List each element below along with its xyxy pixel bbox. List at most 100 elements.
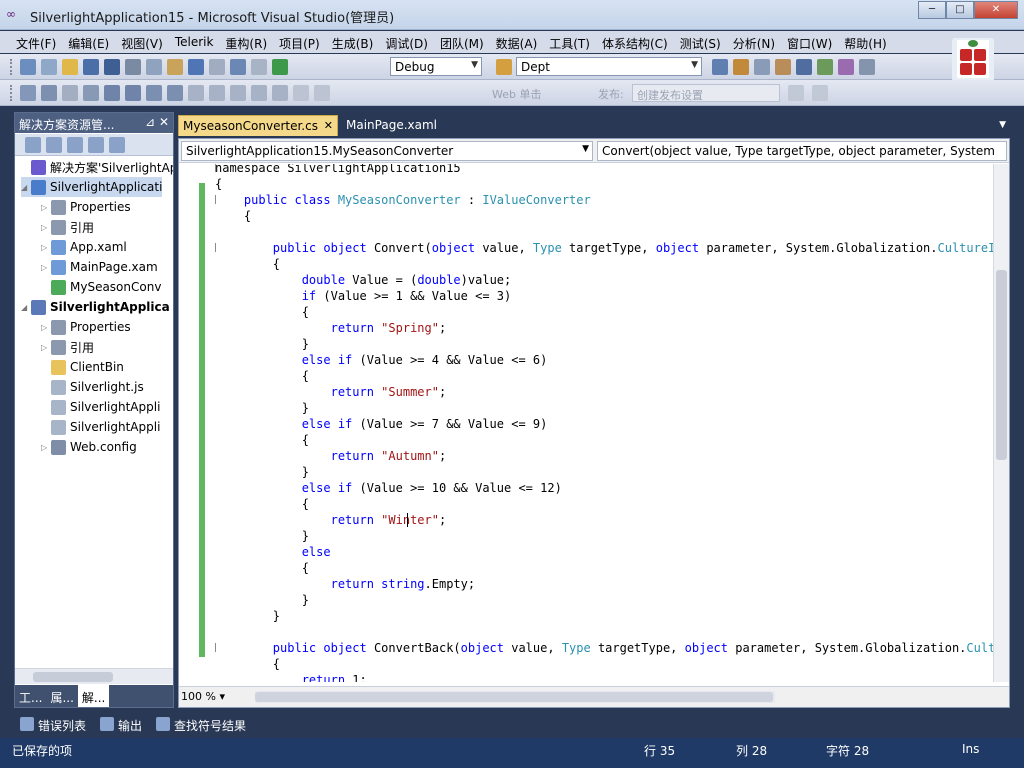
expander-icon[interactable]: ◢ (21, 303, 31, 312)
publish-settings-dropdown[interactable]: 创建发布设置 (632, 84, 780, 102)
cut-icon[interactable] (125, 59, 141, 75)
pin-icon[interactable]: ⊿ (145, 115, 155, 129)
menu-data[interactable]: 数据(A) (490, 31, 544, 53)
next-bookmark-icon[interactable] (230, 85, 246, 101)
expander-icon[interactable]: ▷ (41, 223, 51, 232)
menu-edit[interactable]: 编辑(E) (62, 31, 115, 53)
open-file-icon[interactable] (62, 59, 78, 75)
tree-item[interactable]: ▷ 引用 (41, 217, 94, 237)
class-dropdown[interactable]: SilverlightApplication15.MySeasonConvert… (181, 141, 593, 161)
tab-solution-explorer[interactable]: 解... (77, 685, 110, 707)
code-text-area[interactable]: namespace SilverlightApplication15 { publ… (215, 164, 993, 682)
tree-item[interactable]: ▷ App.xaml (41, 237, 127, 257)
clear-bookmarks-icon[interactable] (293, 85, 309, 101)
properties-icon[interactable] (25, 137, 41, 153)
command-window-icon[interactable] (859, 59, 875, 75)
menu-build[interactable]: 生成(B) (326, 31, 380, 53)
toggle-bookmark-icon[interactable] (188, 85, 204, 101)
tree-item[interactable]: ▷ 引用 (41, 337, 94, 357)
tab-list-dropdown-icon[interactable]: ▼ (999, 120, 1006, 130)
tree-item[interactable]: ▷ Properties (41, 197, 131, 217)
close-tab-icon[interactable]: ✕ (324, 119, 333, 132)
tab-find-symbol-results[interactable]: 查找符号结果 (150, 714, 254, 736)
expander-icon[interactable]: ▷ (41, 443, 51, 452)
decrease-indent-icon[interactable] (104, 85, 120, 101)
close-button[interactable]: ✕ (974, 1, 1018, 19)
find-dropdown[interactable]: Dept ▼ (516, 57, 702, 76)
menu-analyze[interactable]: 分析(N) (727, 31, 781, 53)
tree-item[interactable]: ▷ Properties (41, 317, 131, 337)
toolbox-icon[interactable] (775, 59, 791, 75)
show-all-files-icon[interactable] (46, 137, 62, 153)
expander-icon[interactable]: ◢ (21, 183, 31, 192)
tree-item[interactable]: Silverlight.js (41, 377, 144, 397)
properties-window-icon[interactable] (733, 59, 749, 75)
tree-item[interactable]: ◢ SilverlightApplica (21, 297, 170, 317)
menu-view[interactable]: 视图(V) (115, 31, 169, 53)
redo-icon[interactable] (209, 59, 225, 75)
expander-icon[interactable]: ▷ (41, 263, 51, 272)
collapse-region-icon[interactable]: − (215, 643, 216, 652)
scroll-thumb[interactable] (255, 692, 773, 702)
menu-tools[interactable]: 工具(T) (543, 31, 596, 53)
scroll-thumb[interactable] (33, 672, 113, 682)
menu-file[interactable]: 文件(F) (10, 31, 62, 53)
menu-project[interactable]: 项目(P) (273, 31, 326, 53)
tab-myseasonconverter[interactable]: MyseasonConverter.cs ✕ (178, 115, 338, 136)
display-object-member-list-icon[interactable] (20, 85, 36, 101)
tab-error-list[interactable]: 错误列表 (14, 714, 94, 736)
start-page-icon[interactable] (796, 59, 812, 75)
next-bookmark-in-folder-icon[interactable] (272, 85, 288, 101)
tree-item[interactable]: SilverlightAppli (41, 417, 160, 437)
expander-icon[interactable]: ▷ (41, 343, 51, 352)
view-code-icon[interactable] (88, 137, 104, 153)
tab-properties[interactable]: 属... (46, 685, 77, 707)
collapse-region-icon[interactable]: − (215, 195, 216, 204)
solution-configuration-dropdown[interactable]: Debug ▼ (390, 57, 482, 76)
copy-icon[interactable] (146, 59, 162, 75)
vertical-scrollbar[interactable] (993, 164, 1009, 682)
menu-refactor[interactable]: 重构(R) (219, 31, 273, 53)
increase-indent-icon[interactable] (125, 85, 141, 101)
expander-icon[interactable]: ▷ (41, 323, 51, 332)
new-project-icon[interactable] (20, 59, 36, 75)
zoom-dropdown[interactable]: 100 % ▾ (181, 690, 225, 703)
tab-mainpage[interactable]: MainPage.xaml (342, 115, 443, 136)
close-icon[interactable]: ✕ (159, 115, 169, 129)
display-quick-info-icon[interactable] (62, 85, 78, 101)
refresh-icon[interactable] (67, 137, 83, 153)
save-icon[interactable] (83, 59, 99, 75)
horizontal-scrollbar[interactable] (255, 691, 775, 703)
menu-test[interactable]: 测试(S) (674, 31, 727, 53)
tree-item[interactable]: ▷ Web.config (41, 437, 137, 457)
collapse-region-icon[interactable]: − (215, 164, 216, 172)
solution-explorer-icon[interactable] (712, 59, 728, 75)
tree-item[interactable]: ◢ SilverlightApplicati (21, 177, 163, 197)
settings-icon[interactable] (314, 85, 330, 101)
expander-icon[interactable]: ▷ (41, 243, 51, 252)
menu-window[interactable]: 窗口(W) (781, 31, 838, 53)
menu-debug[interactable]: 调试(D) (379, 31, 434, 53)
add-item-icon[interactable] (41, 59, 57, 75)
undo-icon[interactable] (188, 59, 204, 75)
solution-explorer-scrollbar[interactable] (15, 668, 173, 684)
comment-out-icon[interactable] (146, 85, 162, 101)
expander-icon[interactable]: ▷ (41, 203, 51, 212)
team-explorer-icon[interactable] (838, 59, 854, 75)
collapse-region-icon[interactable]: − (215, 243, 216, 252)
menu-telerik[interactable]: Telerik (169, 31, 220, 53)
toolbar-grip[interactable] (10, 85, 14, 101)
display-parameter-info-icon[interactable] (41, 85, 57, 101)
tab-output[interactable]: 输出 (94, 714, 150, 736)
scroll-thumb[interactable] (996, 270, 1007, 460)
publish-settings-icon[interactable] (812, 85, 828, 101)
member-dropdown[interactable]: Convert(object value, Type targetType, o… (597, 141, 1007, 161)
minimize-button[interactable]: ─ (918, 1, 946, 19)
paste-icon[interactable] (167, 59, 183, 75)
toolbar-grip[interactable] (10, 59, 14, 75)
previous-bookmark-icon[interactable] (209, 85, 225, 101)
maximize-button[interactable]: □ (946, 1, 974, 19)
navigate-forward-icon[interactable] (251, 59, 267, 75)
extension-manager-icon[interactable] (817, 59, 833, 75)
object-browser-icon[interactable] (754, 59, 770, 75)
